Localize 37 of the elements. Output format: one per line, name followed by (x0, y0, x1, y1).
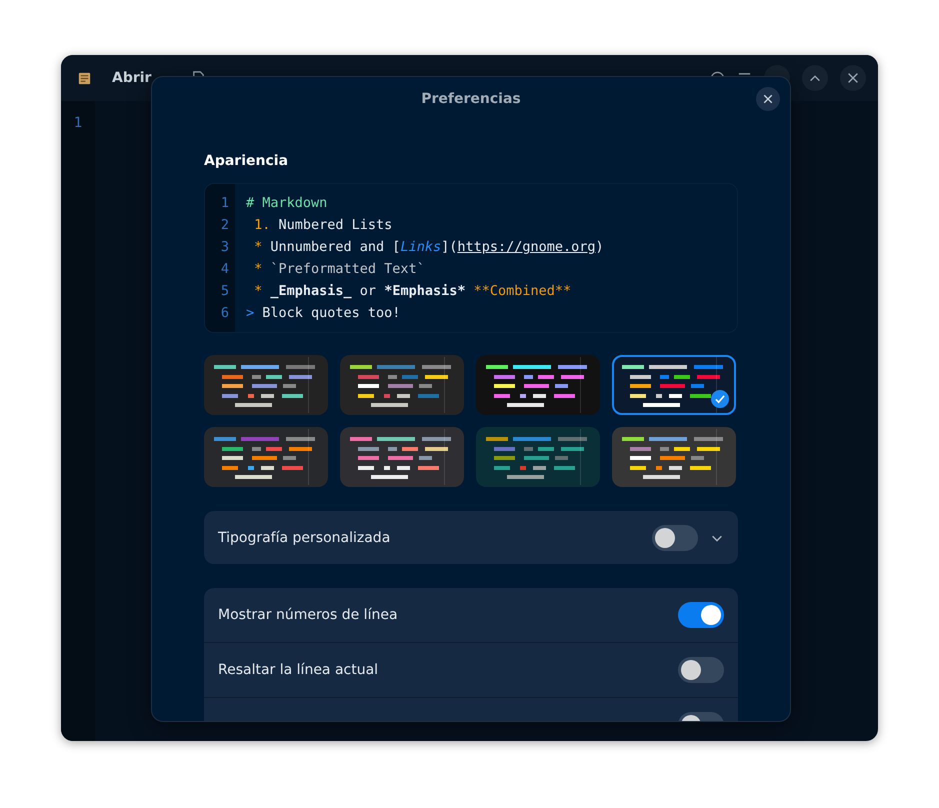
note-icon[interactable] (77, 70, 92, 86)
line-number: 5 (220, 282, 229, 301)
line-number: 1 (74, 115, 82, 131)
theme-thumbnail[interactable] (204, 355, 328, 415)
theme-thumbnail[interactable] (612, 427, 736, 487)
close-button[interactable] (840, 65, 866, 91)
theme-thumbnail[interactable] (340, 427, 464, 487)
close-button[interactable] (756, 87, 780, 111)
toggle-switch[interactable] (678, 657, 724, 683)
line-number: 3 (220, 238, 229, 257)
section-heading: Apariencia (204, 153, 290, 169)
setting-label: Mostrar números de línea (218, 607, 398, 623)
toggle-switch[interactable] (652, 524, 698, 550)
toggle-switch[interactable] (678, 602, 724, 628)
close-icon (846, 71, 860, 85)
code-line: * `Preformatted Text` (253, 260, 426, 279)
dialog-title: Preferencias (421, 91, 521, 107)
code-line: # Markdown (246, 194, 328, 213)
theme-thumbnail[interactable] (612, 355, 736, 415)
open-button[interactable]: Abrir (106, 66, 158, 90)
code-line: * _Emphasis_ or *Emphasis* **Combined** (253, 282, 572, 301)
theme-thumbnail[interactable] (340, 355, 464, 415)
theme-thumbnail[interactable] (204, 427, 328, 487)
theme-thumbnail[interactable] (476, 355, 600, 415)
theme-thumbnail[interactable] (476, 427, 600, 487)
code-line: > Block quotes too! (246, 304, 402, 323)
code-line: 1. Numbered Lists (253, 216, 394, 235)
checkmark-icon (711, 390, 729, 408)
line-number: 1 (220, 194, 229, 213)
maximize-button[interactable] (802, 65, 828, 91)
code-line: * Unnumbered and [Links](https://gnome.org) (253, 238, 604, 257)
line-number: 6 (220, 304, 229, 323)
close-icon (762, 93, 774, 105)
line-number: 4 (220, 260, 229, 279)
setting-label: Resaltar la línea actual (218, 662, 378, 678)
setting-label: Tipografía personalizada (218, 530, 390, 546)
line-number: 2 (220, 216, 229, 235)
